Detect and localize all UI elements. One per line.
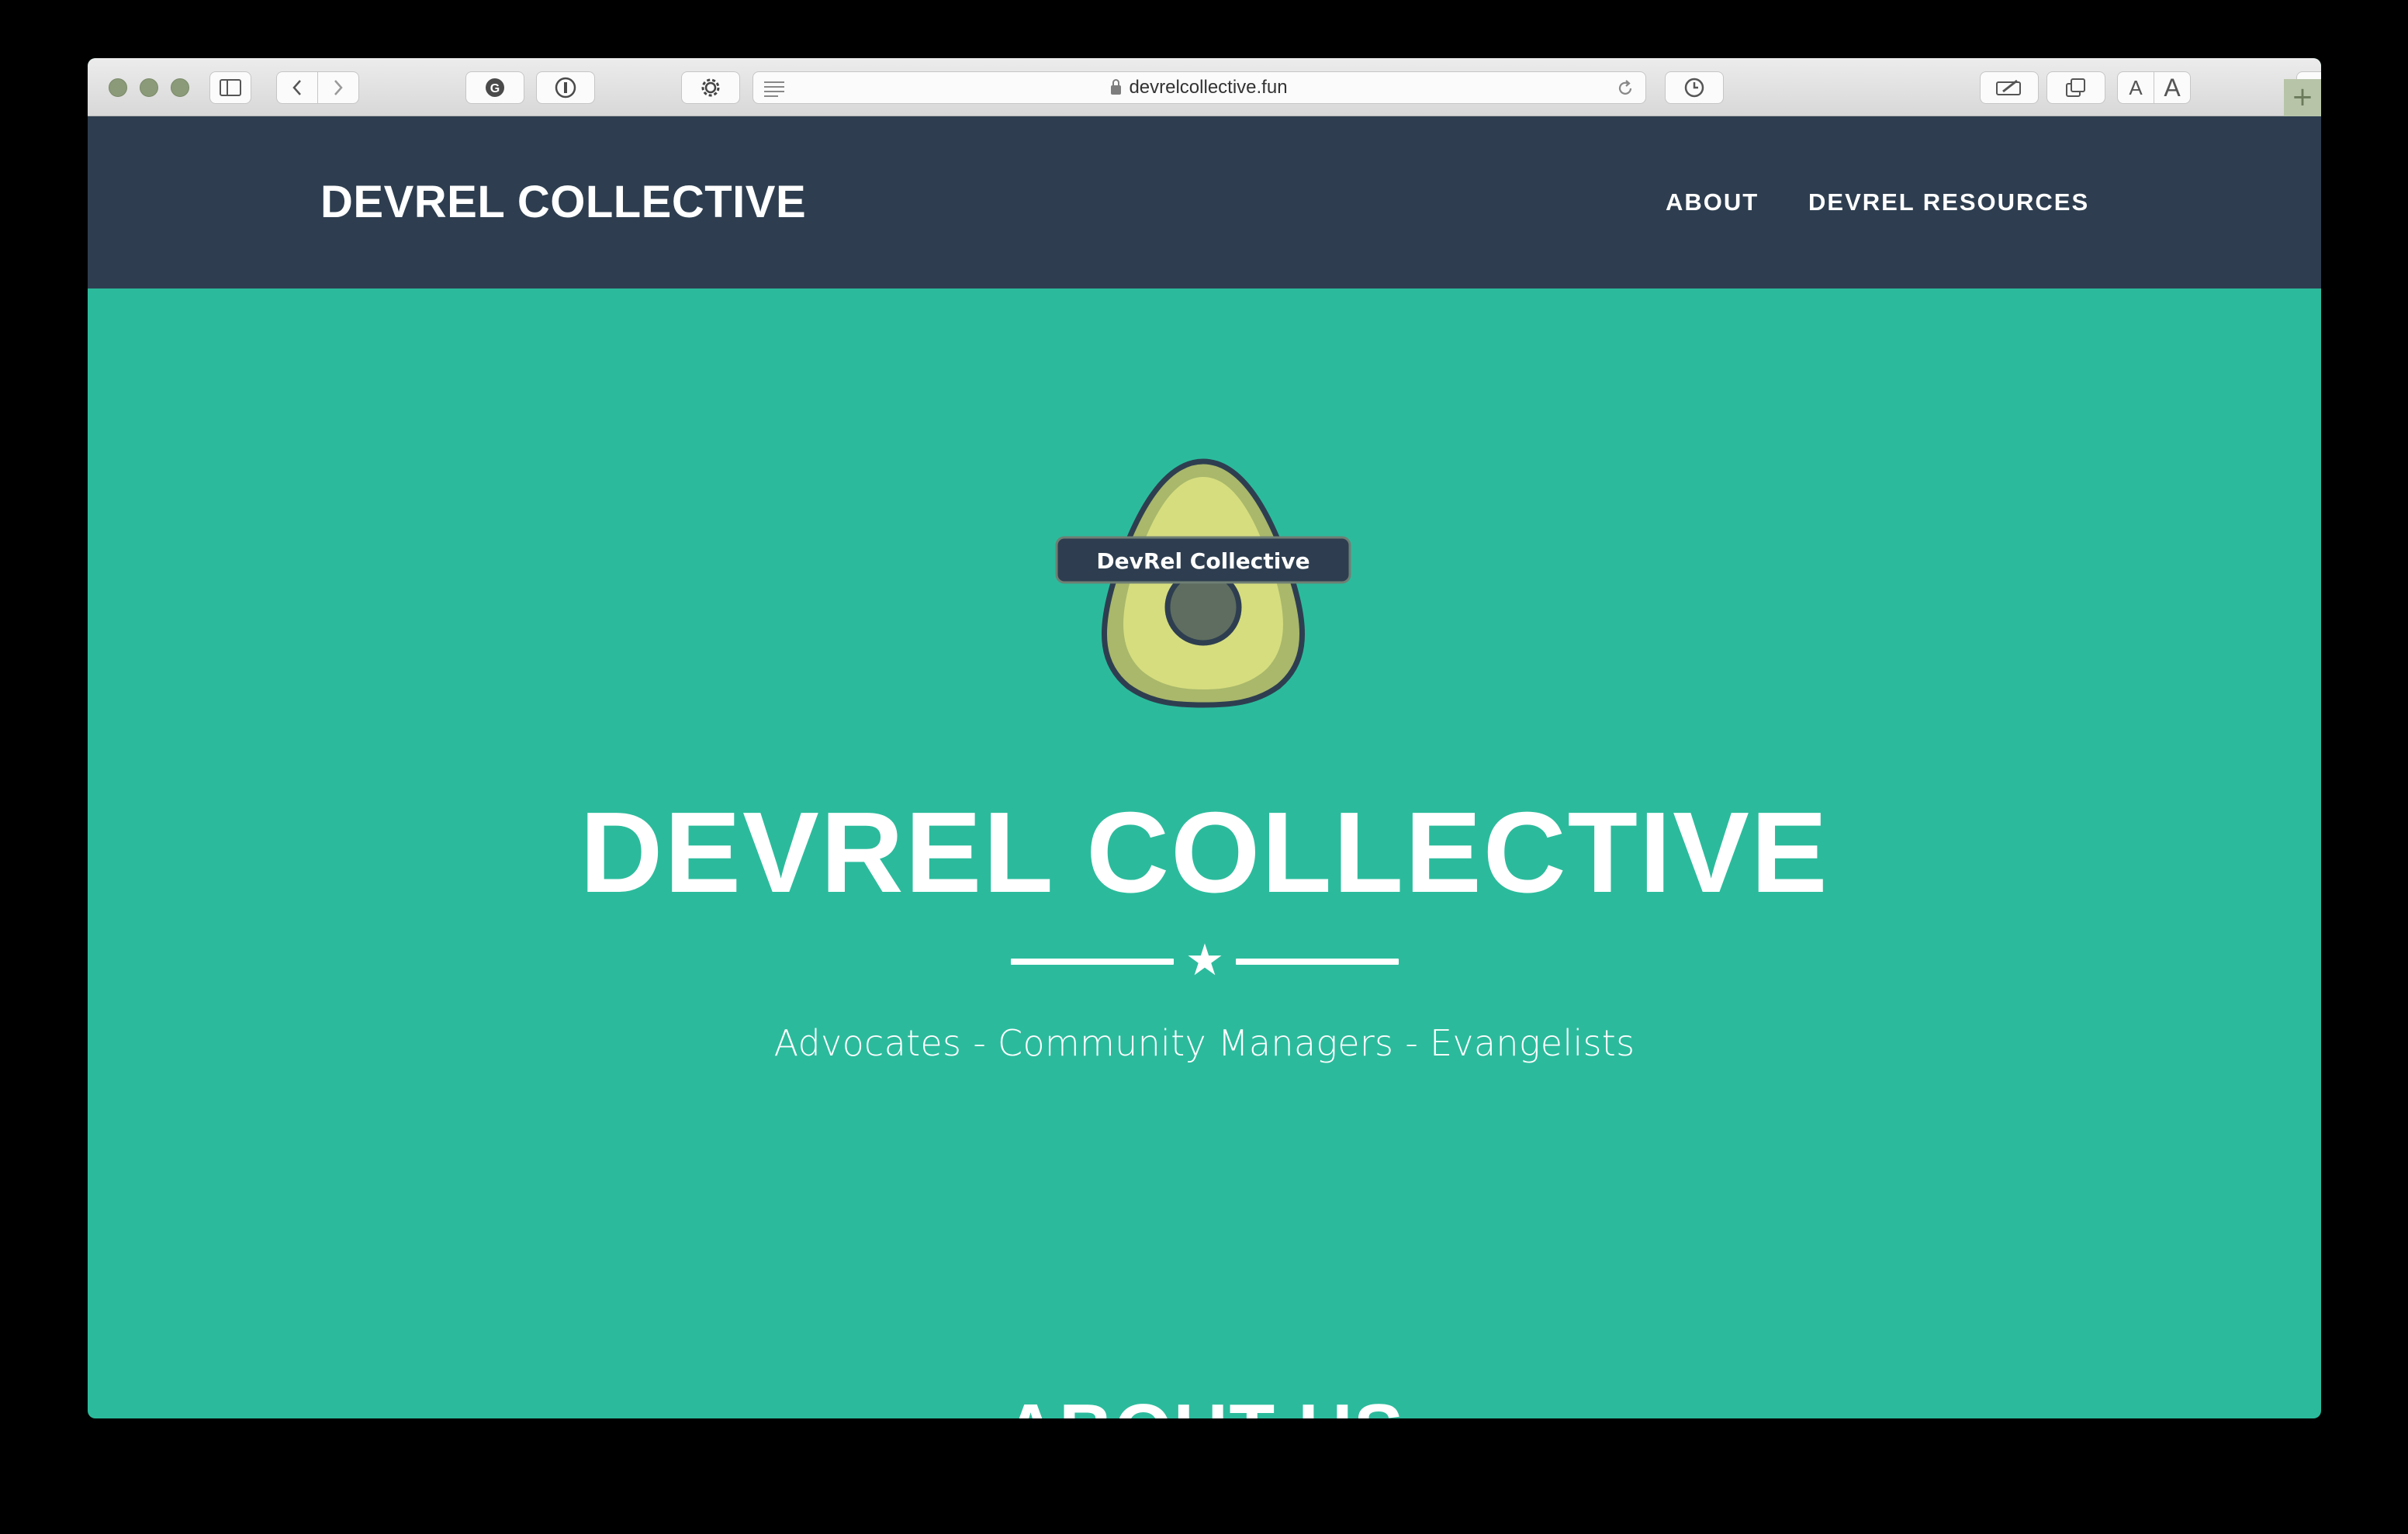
clock-icon <box>1684 78 1704 98</box>
about-section-heading: ABOUT US <box>88 1388 2321 1418</box>
hero-title: DEVREL COLLECTIVE <box>580 789 1829 917</box>
divider-line-left <box>1011 959 1174 965</box>
close-window-button[interactable] <box>109 78 127 97</box>
browser-toolbar: G devrelcollective.fun A A + <box>88 58 2321 116</box>
reload-icon[interactable] <box>1616 79 1635 98</box>
new-tab-button[interactable]: + <box>2284 79 2321 116</box>
tabs-overview-button[interactable] <box>2046 71 2105 104</box>
hero-tagline: Advocates - Community Managers - Evangel… <box>773 1022 1635 1064</box>
nav-link-about[interactable]: ABOUT <box>1666 116 1759 288</box>
grammarly-extension-button[interactable]: G <box>465 71 524 104</box>
star-icon: ★ <box>1185 935 1225 986</box>
settings-extension-button[interactable] <box>681 71 740 104</box>
avocado-logo: DevRel Collective <box>1055 458 1351 708</box>
chevron-right-icon <box>334 80 343 95</box>
forward-button[interactable] <box>317 71 359 104</box>
annotate-button[interactable] <box>1980 71 2039 104</box>
url-display: devrelcollective.fun <box>753 72 1645 103</box>
site-brand-link[interactable]: DEVREL COLLECTIVE <box>320 116 806 288</box>
back-button[interactable] <box>276 71 318 104</box>
gear-icon <box>701 78 720 97</box>
history-button[interactable] <box>1665 71 1724 104</box>
markup-pen-icon <box>1996 79 2021 95</box>
chevron-left-icon <box>292 80 301 95</box>
text-smaller-button[interactable]: A <box>2117 71 2154 104</box>
nav-link-devrel-resources[interactable]: DEVREL RESOURCES <box>1808 116 2089 288</box>
address-bar[interactable]: devrelcollective.fun <box>752 71 1646 104</box>
site-navbar: DEVREL COLLECTIVE ABOUT DEVREL RESOURCES <box>88 116 2321 288</box>
logo-banner-text: DevRel Collective <box>1096 548 1310 574</box>
lock-icon <box>1111 79 1122 95</box>
divider-line-right <box>1236 959 1399 965</box>
grammarly-icon: G <box>486 78 504 97</box>
svg-text:G: G <box>490 82 500 95</box>
text-larger-button[interactable]: A <box>2154 71 2191 104</box>
star-divider: ★ <box>1011 938 1399 984</box>
url-text: devrelcollective.fun <box>1129 77 1288 98</box>
browser-window: G devrelcollective.fun A A + DEVREL COLL… <box>88 58 2321 1418</box>
sidebar-icon <box>220 79 241 96</box>
minimize-window-button[interactable] <box>140 78 158 97</box>
tabs-icon <box>2066 78 2085 97</box>
zoom-window-button[interactable] <box>171 78 189 97</box>
sidebar-toggle-button[interactable] <box>209 71 251 104</box>
password-manager-button[interactable] <box>536 71 595 104</box>
password-manager-icon <box>555 77 576 98</box>
